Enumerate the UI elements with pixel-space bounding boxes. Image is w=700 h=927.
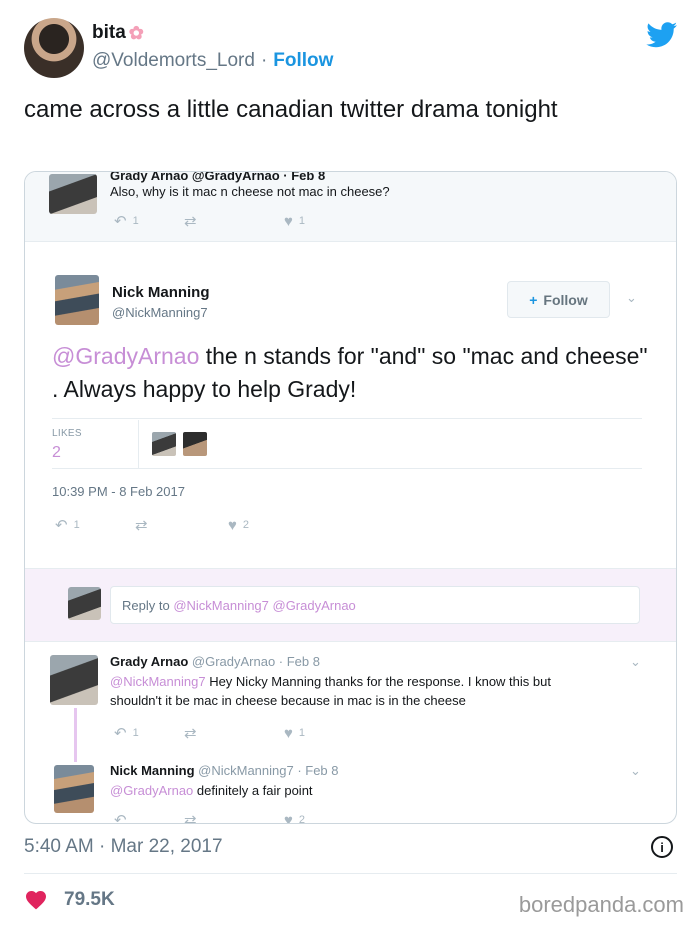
main-reply-count: 1 [73,519,80,531]
like-count[interactable]: 79.5K [64,889,115,911]
top-reply-count: 1 [132,215,139,227]
author-handle-row: @Voldemorts_Lord · Follow [92,50,333,72]
watermark: boredpanda.com [518,892,684,917]
reply2-text: @GradyArnao definitely a fair point [110,783,313,798]
embedded-screenshot[interactable]: Grady Arnao @GradyArnao · Feb 8 Also, wh… [24,171,677,824]
separator-dot: · [260,50,268,71]
reply1-meta: @GradyArnao · Feb 8 [191,654,320,669]
tweet-text: came across a little canadian twitter dr… [24,96,558,123]
author-handle[interactable]: @Voldemorts_Lord [92,50,255,72]
reply2-name[interactable]: Nick Manning [110,763,195,778]
reply-composer: Reply to @NickManning7 @GradyArnao [25,568,676,642]
main-mention[interactable]: @GradyArnao [52,343,199,369]
follow-link[interactable]: Follow [273,50,333,72]
divider [24,873,677,874]
info-icon[interactable]: i [651,836,673,858]
likes-count[interactable]: 2 [52,444,61,462]
likes-label: LIKES [52,428,82,439]
add-person-icon: + [529,291,538,308]
reply1-reply-count: 1 [132,727,139,739]
nick-avatar[interactable] [54,765,94,813]
top-tweet-text: Also, why is it mac n cheese not mac in … [110,184,390,199]
top-like-count: 1 [298,215,306,227]
reply1-text-line1: @NickManning7 Hey Nicky Manning thanks f… [110,674,551,689]
reply1-header: Grady Arnao @GradyArnao · Feb 8 [110,654,320,669]
top-tweet: Grady Arnao @GradyArnao · Feb 8 Also, wh… [25,172,676,242]
main-tweet-text: @GradyArnao the n stands for "and" so "m… [52,340,652,406]
follow-button-label: Follow [543,291,588,308]
tweet-date[interactable]: 5:40 AM · Mar 22, 2017 [24,836,223,858]
liker-avatar[interactable] [183,432,207,456]
main-timestamp[interactable]: 10:39 PM - 8 Feb 2017 [52,484,185,499]
reply2-meta: @NickManning7 · Feb 8 [198,763,339,778]
reply-icon[interactable]: ↶ [55,516,68,534]
reply2-actions: ↶ ⇄ ♥ 2 [114,811,305,824]
top-tweet-actions: ↶ 1 ⇄ ♥ 1 [114,212,306,231]
twitter-bird-icon[interactable] [646,22,678,48]
liker-avatar[interactable] [152,432,176,456]
divider [52,468,642,469]
heart-icon[interactable]: ♥ [228,517,237,534]
retweet-icon[interactable]: ⇄ [184,724,197,742]
chevron-down-icon[interactable]: ⌄ [630,763,641,779]
chevron-down-icon[interactable]: ⌄ [626,290,637,306]
reply1-name[interactable]: Grady Arnao [110,654,188,669]
reply-mentions: @NickManning7 @GradyArnao [173,598,356,613]
thread-connector [74,708,77,762]
reply2-mention[interactable]: @GradyArnao [110,783,193,798]
reply-icon[interactable]: ↶ [114,212,127,230]
likes-separator [138,420,139,468]
reply1-like-count: 1 [298,727,306,739]
reply2-header: Nick Manning @NickManning7 · Feb 8 [110,763,339,778]
chevron-down-icon[interactable]: ⌄ [630,654,641,670]
heart-icon[interactable]: ♥ [284,725,293,742]
grady-avatar[interactable] [50,655,98,705]
top-tweet-cut-name: Grady Arnao @GradyArnao · Feb 8 [110,171,326,183]
heart-icon[interactable] [24,888,48,910]
divider [52,418,642,419]
nick-avatar[interactable] [55,275,99,325]
main-like-count: 2 [242,519,250,531]
retweet-icon[interactable]: ⇄ [184,811,197,823]
heart-icon[interactable]: ♥ [284,213,293,230]
reply1-actions: ↶ 1 ⇄ ♥ 1 [114,724,306,743]
author-display-name[interactable]: bita [92,22,126,44]
nick-handle[interactable]: @NickManning7 [112,305,208,320]
reply1-text-line2: shouldn't it be mac in cheese because in… [110,693,466,708]
reply2-body: definitely a fair point [193,783,313,798]
retweet-icon[interactable]: ⇄ [184,212,197,230]
flower-emoji-icon: ✿ [128,22,144,43]
follow-button[interactable]: + Follow [507,281,610,318]
reply1-body: Hey Nicky Manning thanks for the respons… [205,674,551,689]
retweet-icon[interactable]: ⇄ [135,516,148,534]
reply-icon[interactable]: ↶ [114,724,127,742]
heart-icon[interactable]: ♥ [284,812,293,824]
reply1-mention[interactable]: @NickManning7 [110,674,206,689]
main-tweet-actions: ↶ 1 ⇄ ♥ 2 [55,516,250,535]
reply-input[interactable]: Reply to @NickManning7 @GradyArnao [110,586,640,624]
reply-prefix: Reply to [122,598,174,613]
author-avatar[interactable] [24,18,84,78]
viewer-avatar [68,587,101,620]
grady-avatar [49,174,97,214]
author-name-row[interactable]: bita ✿ [92,22,144,44]
reply2-like-count: 2 [298,814,306,824]
reply-icon[interactable]: ↶ [114,811,127,823]
nick-name[interactable]: Nick Manning [112,284,210,301]
